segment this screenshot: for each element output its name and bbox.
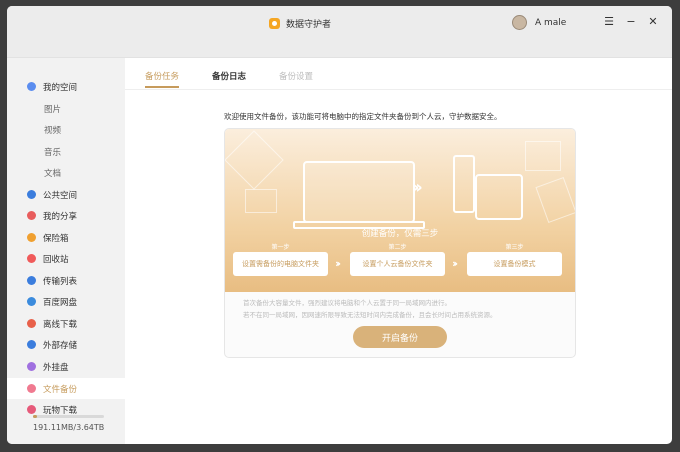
step-arrow-icon: ›› [335,257,341,270]
sidebar-item-label: 传输列表 [43,276,78,287]
minimize-icon[interactable]: − [625,16,637,28]
sidebar-item[interactable]: 外部存储 [7,334,125,355]
app-title-group: 数据守护者 [269,15,331,31]
sidebar-item[interactable]: 保险箱 [7,227,125,248]
backup-card: ›› 创建备份，仅需三步 第一步 设置需备份的电脑文件夹 ›› 第二步 设置个人… [224,128,576,358]
monitor-decor-icon [525,141,561,171]
sidebar-item-icon [27,211,36,220]
title-bar: 数据守护者 A male ☰ − ✕ [7,6,672,58]
sidebar-item-icon [27,384,36,393]
sidebar-item[interactable]: 文档 [7,162,162,183]
user-name[interactable]: A male [535,18,566,28]
decor-shape [225,130,284,190]
sidebar-item-label: 玩物下载 [43,405,78,416]
sidebar-item-label: 文件备份 [43,384,78,395]
user-info[interactable]: A male [512,15,566,30]
laptop-icon [303,161,415,223]
transfer-arrows-icon: ›› [412,177,423,198]
sidebar-item[interactable]: 外挂盘 [7,356,125,377]
banner-title: 创建备份，仅需三步 [361,229,439,239]
sidebar-item-label: 公共空间 [43,190,78,201]
sidebar-item-label: 文档 [44,168,62,179]
sidebar-item-icon [27,254,36,263]
sidebar-item[interactable]: 音乐 [7,141,162,162]
sidebar-item-icon [27,82,36,91]
sidebar-item-label: 回收站 [43,254,69,265]
sidebar-item-icon [27,190,36,199]
sidebar-item-icon [27,362,36,371]
storage-fill [33,415,37,418]
step-3-number: 第三步 [505,244,524,251]
decor-shape [245,189,277,213]
sidebar-item-label: 我的空间 [43,82,78,93]
close-icon[interactable]: ✕ [647,16,659,28]
sidebar-item-icon [27,405,36,414]
sidebar-item-icon [27,340,36,349]
sidebar-item-label: 外部存储 [43,340,78,351]
sidebar-item-label: 百度网盘 [43,297,78,308]
sidebar-item-icon [27,319,36,328]
divider [125,89,672,90]
step-arrow-icon: ›› [452,257,458,270]
sidebar-item[interactable]: 文件备份 [7,378,125,399]
start-backup-button[interactable]: 开启备份 [353,326,447,348]
sidebar-item[interactable]: 传输列表 [7,270,125,291]
sidebar-item-label: 保险箱 [43,233,69,244]
sidebar-item-label: 图片 [44,104,62,115]
tab-bar: 备份任务 备份日志 备份设置 [145,70,313,88]
tab-backup-tasks[interactable]: 备份任务 [145,70,180,88]
step-3-button[interactable]: 设置备份模式 [467,252,562,276]
storage-bar [33,415,104,418]
window-controls: ☰ − ✕ [603,16,659,28]
nas-device-icon [453,155,475,213]
menu-icon[interactable]: ☰ [603,16,615,28]
sidebar-item[interactable]: 离线下载 [7,313,125,334]
note-line-1: 首次备份大容量文件，强烈建议将电脑和个人云置于同一局域网内进行。 [243,299,451,307]
intro-text: 欢迎使用文件备份，该功能可将电脑中的指定文件夹备份到个人云，守护数据安全。 [224,112,502,121]
app-logo-icon [269,17,280,29]
sidebar-item-icon [27,233,36,242]
step-1-number: 第一步 [271,244,290,251]
disk-device-icon [475,174,523,220]
sidebar-item-label: 音乐 [44,147,62,158]
sidebar: 我的空间图片视频音乐文档公共空间我的分享保险箱回收站传输列表百度网盘离线下载外部… [7,58,125,444]
tab-backup-log[interactable]: 备份日志 [212,70,246,88]
tab-backup-settings[interactable]: 备份设置 [279,70,313,88]
step-2-button[interactable]: 设置个人云备份文件夹 [350,252,445,276]
sidebar-item-icon [27,276,36,285]
avatar[interactable] [512,15,527,30]
sidebar-item[interactable]: 回收站 [7,248,125,269]
watermark: SMYZ.NET [560,422,655,440]
sidebar-item[interactable]: 公共空间 [7,184,125,205]
storage-text: 191.11MB/3.64TB [33,423,105,432]
sidebar-item-label: 视频 [44,125,62,136]
sidebar-item-label: 我的分享 [43,211,78,222]
sidebar-item[interactable]: 我的空间 [7,76,125,97]
sidebar-item[interactable]: 我的分享 [7,205,125,226]
sidebar-item[interactable]: 视频 [7,119,162,140]
step-2-number: 第二步 [388,244,407,251]
backup-banner: ›› 创建备份，仅需三步 第一步 设置需备份的电脑文件夹 ›› 第二步 设置个人… [225,129,575,292]
decor-shape [535,177,575,223]
app-title: 数据守护者 [286,19,332,30]
note-line-2: 若不在同一局域网，因网速所限导致无法短时间内完成备份，且会长时间占用系统资源。 [243,311,497,319]
app-window: 数据守护者 A male ☰ − ✕ 我的空间图片视频音乐文档公共空间我的分享保… [7,6,672,444]
sidebar-item-label: 外挂盘 [43,362,69,373]
step-1-button[interactable]: 设置需备份的电脑文件夹 [233,252,328,276]
sidebar-item-icon [27,297,36,306]
sidebar-item[interactable]: 百度网盘 [7,291,125,312]
sidebar-item[interactable]: 图片 [7,98,162,119]
sidebar-item-label: 离线下载 [43,319,78,330]
